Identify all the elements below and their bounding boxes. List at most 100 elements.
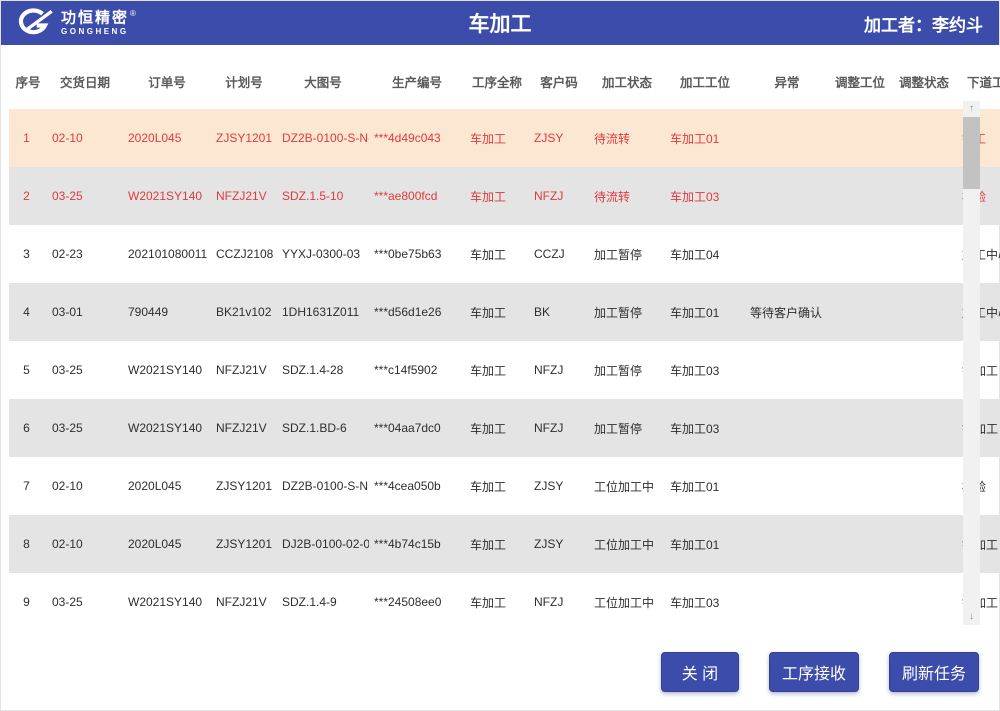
cell-index: 3 (9, 225, 47, 283)
cell-customer-code: ZJSY (529, 515, 589, 573)
cell-adjust-status (891, 283, 957, 341)
cell-delivery-date: 03-25 (47, 399, 123, 457)
cell-order-no: 2020L045 (123, 109, 211, 167)
table-row[interactable]: 302-23202101080011CCZJ2108YYXJ-0300-03**… (9, 225, 1000, 283)
task-table: 序号交货日期订单号计划号大图号生产编号工序全称客户码加工状态加工工位异常调整工位… (9, 45, 1000, 631)
cell-customer-code: ZJSY (529, 109, 589, 167)
cell-drawing-no: 1DH1631Z011 (277, 283, 369, 341)
cell-adjust-status (891, 109, 957, 167)
cell-plan-no: ZJSY1201 (211, 515, 277, 573)
cell-process-name: 车加工 (465, 399, 529, 457)
cell-adjust-station (829, 283, 891, 341)
cell-order-no: 202101080011 (123, 225, 211, 283)
cell-index: 9 (9, 573, 47, 631)
column-header-work-station: 加工工位 (665, 45, 745, 109)
cell-drawing-no: YYXJ-0300-03 (277, 225, 369, 283)
app-header: 功恒精密® GONGHENG 车加工 加工者：李约斗 (1, 1, 999, 45)
cell-exception (745, 225, 829, 283)
cell-plan-no: CCZJ2108 (211, 225, 277, 283)
cell-work-station: 车加工03 (665, 573, 745, 631)
cell-plan-no: ZJSY1201 (211, 109, 277, 167)
cell-process-status: 待流转 (589, 167, 665, 225)
cell-adjust-status (891, 457, 957, 515)
cell-production-no: ***ae800fcd (369, 167, 465, 225)
cell-process-status: 待流转 (589, 109, 665, 167)
scroll-down-icon[interactable]: ↓ (963, 609, 980, 625)
column-header-adjust-station: 调整工位 (829, 45, 891, 109)
column-header-adjust-status: 调整状态 (891, 45, 957, 109)
cell-delivery-date: 03-25 (47, 573, 123, 631)
cell-work-station: 车加工01 (665, 109, 745, 167)
cell-work-station: 车加工03 (665, 399, 745, 457)
cell-adjust-station (829, 341, 891, 399)
cell-customer-code: NFZJ (529, 167, 589, 225)
refresh-tasks-button[interactable]: 刷新任务 (889, 652, 979, 692)
cell-process-name: 车加工 (465, 225, 529, 283)
cell-index: 6 (9, 399, 47, 457)
table-row[interactable]: 903-25W2021SY140NFZJ21VSDZ.1.4-9***24508… (9, 573, 1000, 631)
cell-work-station: 车加工01 (665, 283, 745, 341)
cell-adjust-status (891, 399, 957, 457)
column-header-production-no: 生产编号 (369, 45, 465, 109)
table-row[interactable]: 203-25W2021SY140NFZJ21VSDZ.1.5-10***ae80… (9, 167, 1000, 225)
scroll-up-icon[interactable]: ↑ (963, 101, 980, 117)
table-row[interactable]: 102-102020L045ZJSY1201DZ2B-0100-S-N-***4… (9, 109, 1000, 167)
cell-index: 8 (9, 515, 47, 573)
cell-process-name: 车加工 (465, 341, 529, 399)
cell-order-no: 2020L045 (123, 515, 211, 573)
vertical-scrollbar[interactable]: ↑ ↓ (963, 101, 980, 625)
cell-process-name: 车加工 (465, 515, 529, 573)
table-row[interactable]: 802-102020L045ZJSY1201DJ2B-0100-02-03***… (9, 515, 1000, 573)
cell-drawing-no: SDZ.1.5-10 (277, 167, 369, 225)
cell-plan-no: ZJSY1201 (211, 457, 277, 515)
cell-process-status: 工位加工中 (589, 457, 665, 515)
brand-latin: GONGHENG (61, 28, 136, 36)
task-table-zone: 序号交货日期订单号计划号大图号生产编号工序全称客户码加工状态加工工位异常调整工位… (9, 45, 980, 631)
cell-work-station: 车加工04 (665, 225, 745, 283)
cell-adjust-station (829, 573, 891, 631)
cell-process-status: 加工暂停 (589, 283, 665, 341)
cell-work-station: 车加工03 (665, 341, 745, 399)
table-header-row: 序号交货日期订单号计划号大图号生产编号工序全称客户码加工状态加工工位异常调整工位… (9, 45, 1000, 109)
cell-adjust-status (891, 225, 957, 283)
cell-process-name: 车加工 (465, 283, 529, 341)
cell-adjust-status (891, 341, 957, 399)
cell-production-no: ***c14f5902 (369, 341, 465, 399)
column-header-plan-no: 计划号 (211, 45, 277, 109)
cell-adjust-status (891, 167, 957, 225)
cell-plan-no: NFZJ21V (211, 399, 277, 457)
cell-delivery-date: 02-10 (47, 109, 123, 167)
cell-process-name: 车加工 (465, 109, 529, 167)
cell-drawing-no: SDZ.1.4-28 (277, 341, 369, 399)
cell-exception (745, 457, 829, 515)
cell-delivery-date: 03-01 (47, 283, 123, 341)
close-button[interactable]: 关 闭 (661, 652, 739, 692)
table-row[interactable]: 503-25W2021SY140NFZJ21VSDZ.1.4-28***c14f… (9, 341, 1000, 399)
cell-customer-code: BK (529, 283, 589, 341)
cell-exception (745, 341, 829, 399)
cell-plan-no: NFZJ21V (211, 573, 277, 631)
column-header-customer-code: 客户码 (529, 45, 589, 109)
cell-process-status: 加工暂停 (589, 341, 665, 399)
cell-order-no: W2021SY140 (123, 573, 211, 631)
cell-delivery-date: 03-25 (47, 341, 123, 399)
table-row[interactable]: 403-01790449BK21v1021DH1631Z011***d56d1e… (9, 283, 1000, 341)
cell-order-no: W2021SY140 (123, 341, 211, 399)
cell-adjust-status (891, 515, 957, 573)
app-window: 功恒精密® GONGHENG 车加工 加工者：李约斗 序号交货日期订单号计划号大… (0, 0, 1000, 711)
operator-label: 加工者：李约斗 (864, 11, 999, 36)
cell-customer-code: CCZJ (529, 225, 589, 283)
brand-logo: 功恒精密® GONGHENG (1, 6, 136, 40)
process-accept-button[interactable]: 工序接收 (769, 652, 859, 692)
registered-mark: ® (130, 9, 136, 18)
cell-production-no: ***d56d1e26 (369, 283, 465, 341)
cell-customer-code: ZJSY (529, 457, 589, 515)
cell-drawing-no: SDZ.1.4-9 (277, 573, 369, 631)
table-row[interactable]: 603-25W2021SY140NFZJ21VSDZ.1.BD-6***04aa… (9, 399, 1000, 457)
column-header-drawing-no: 大图号 (277, 45, 369, 109)
table-row[interactable]: 702-102020L045ZJSY1201DZ2B-0100-S-N.1***… (9, 457, 1000, 515)
cell-delivery-date: 02-23 (47, 225, 123, 283)
cell-drawing-no: DZ2B-0100-S-N- (277, 109, 369, 167)
column-header-process-status: 加工状态 (589, 45, 665, 109)
scrollbar-thumb[interactable] (963, 117, 980, 189)
